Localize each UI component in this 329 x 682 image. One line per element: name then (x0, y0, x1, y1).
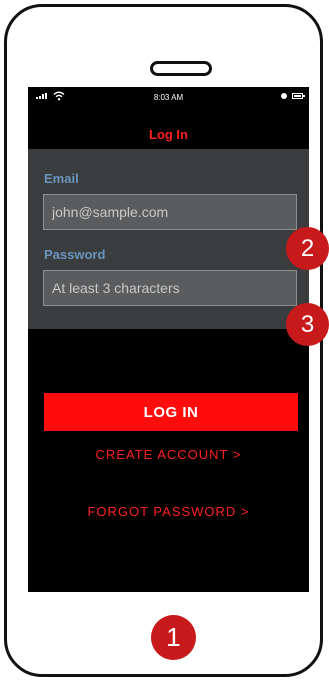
login-form: Email Password (28, 149, 309, 329)
login-button[interactable]: LOG IN (44, 393, 298, 431)
annotation-badge-1: 1 (151, 615, 196, 660)
battery-icon (292, 93, 305, 99)
annotation-badge-3: 3 (286, 303, 329, 346)
password-label: Password (44, 247, 106, 262)
status-bar: 8:03 AM (28, 87, 309, 109)
speaker-grille (150, 61, 212, 76)
password-field[interactable] (43, 270, 297, 306)
annotation-badge-2: 2 (286, 227, 329, 270)
page-title: Log In (149, 127, 188, 142)
app-screen: 8:03 AM Log In Email Password LOG IN CRE… (28, 87, 309, 592)
alarm-icon (281, 93, 287, 99)
status-time: 8:03 AM (153, 93, 184, 102)
email-field[interactable] (43, 194, 297, 230)
forgot-password-link[interactable]: FORGOT PASSWORD > (28, 504, 309, 519)
email-label: Email (44, 171, 79, 186)
create-account-link[interactable]: CREATE ACCOUNT > (28, 447, 309, 462)
